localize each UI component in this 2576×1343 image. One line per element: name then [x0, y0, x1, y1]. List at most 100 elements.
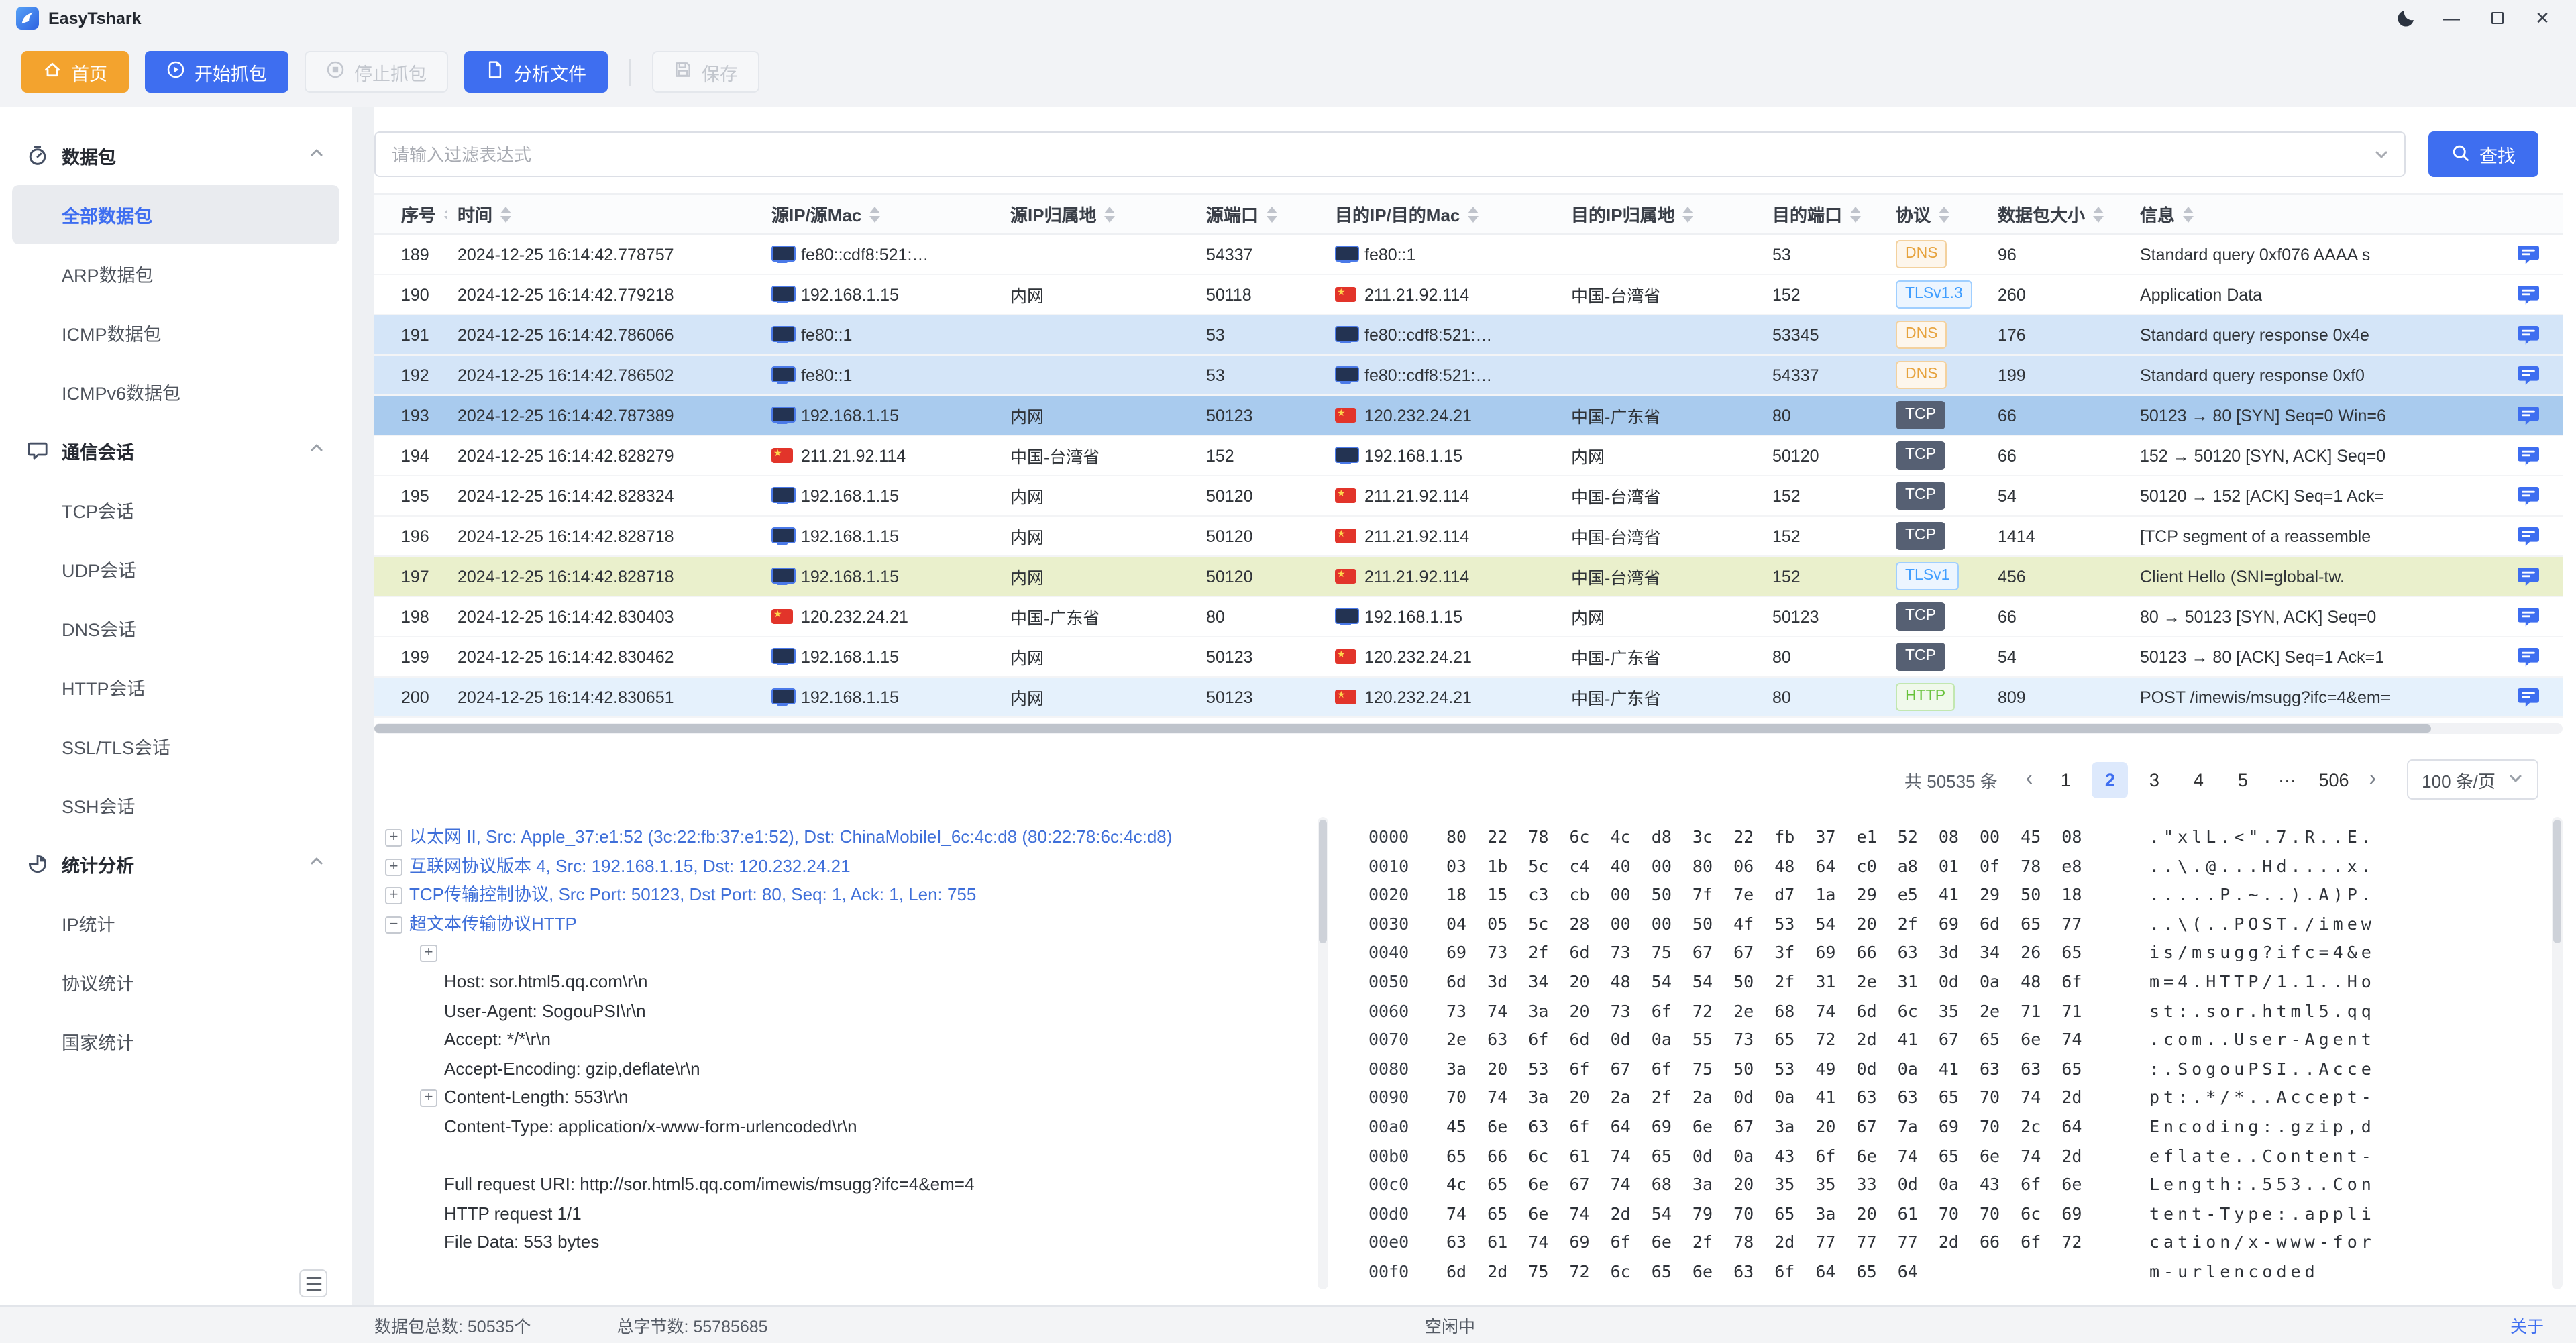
sidebar-item-国家统计[interactable]: 国家统计 [12, 1012, 339, 1071]
sidebar-item-ICMPv6数据包[interactable]: ICMPv6数据包 [12, 362, 339, 421]
scrollbar-thumb[interactable] [1319, 820, 1327, 943]
sidebar-section-header-2[interactable]: 统计分析 [0, 835, 352, 894]
tree-line[interactable]: +互联网协议版本 4, Src: 192.168.1.15, Dst: 120.… [374, 851, 1318, 880]
tree-line[interactable] [374, 1141, 1318, 1170]
sidebar-item-SSL/TLS会话[interactable]: SSL/TLS会话 [12, 716, 339, 775]
hex-row-0010[interactable]: 001003 1b 5c c4 40 00 80 06 48 64 c0 a8 … [1368, 851, 2552, 880]
packet-row-200[interactable]: 200 2024-12-25 16:14:42.830651 192.168.1… [374, 678, 2563, 718]
hex-row-0090[interactable]: 009070 74 3a 20 2a 2f 2a 0d 0a 41 63 63 … [1368, 1083, 2552, 1112]
hex-row-0040[interactable]: 004069 73 2f 6d 73 75 67 67 3f 69 66 63 … [1368, 938, 2552, 967]
message-icon[interactable] [2517, 485, 2540, 506]
message-icon[interactable] [2517, 445, 2540, 466]
hex-row-0060[interactable]: 006073 74 3a 20 73 6f 72 2e 68 74 6d 6c … [1368, 996, 2552, 1025]
message-icon[interactable] [2517, 405, 2540, 426]
sort-icon[interactable] [1105, 206, 1116, 222]
column-header-1[interactable]: 时间 [447, 201, 761, 227]
packet-row-189[interactable]: 189 2024-12-25 16:14:42.778757 fe80::cdf… [374, 235, 2563, 275]
page-button-2[interactable]: 2 [2092, 761, 2128, 798]
sidebar-item-UDP会话[interactable]: UDP会话 [12, 539, 339, 598]
collapse-toggle-icon[interactable]: − [385, 916, 402, 934]
page-button-1[interactable]: 1 [2047, 761, 2084, 798]
close-button[interactable]: ✕ [2520, 0, 2565, 36]
column-header-6[interactable]: 目的IP归属地 [1560, 201, 1762, 227]
page-button-4[interactable]: 4 [2180, 761, 2216, 798]
collapse-sidebar-button[interactable] [299, 1269, 327, 1297]
scrollbar-thumb[interactable] [374, 724, 2431, 733]
tree-line[interactable]: Host: sor.html5.qq.com\r\n [374, 967, 1318, 996]
column-header-4[interactable]: 源端口 [1195, 201, 1324, 227]
sort-icon[interactable] [2093, 206, 2104, 222]
hex-row-0070[interactable]: 00702e 63 6f 6d 0d 0a 55 73 65 72 2d 41 … [1368, 1025, 2552, 1054]
sidebar-item-IP统计[interactable]: IP统计 [12, 894, 339, 953]
column-header-8[interactable]: 协议 [1885, 201, 1987, 227]
column-header-0[interactable]: 序号 [374, 201, 447, 227]
tree-scrollbar[interactable] [1318, 817, 1328, 1289]
sort-icon[interactable] [1683, 206, 1694, 222]
tree-line[interactable]: HTTP request 1/1 [374, 1199, 1318, 1228]
tree-line[interactable]: Accept: */*\r\n [374, 1025, 1318, 1054]
column-header-7[interactable]: 目的端口 [1762, 201, 1885, 227]
column-header-3[interactable]: 源IP归属地 [1000, 201, 1195, 227]
sort-icon[interactable] [1468, 206, 1479, 222]
maximize-button[interactable] [2474, 0, 2520, 36]
hex-scrollbar[interactable] [2552, 817, 2563, 1289]
hex-row-00c0[interactable]: 00c04c 65 6e 67 74 68 3a 20 35 35 33 0d … [1368, 1170, 2552, 1199]
packet-row-198[interactable]: 198 2024-12-25 16:14:42.830403 120.232.2… [374, 597, 2563, 637]
page-button-506[interactable]: 506 [2313, 761, 2354, 798]
packet-row-197[interactable]: 197 2024-12-25 16:14:42.828718 192.168.1… [374, 557, 2563, 597]
packet-row-193[interactable]: 193 2024-12-25 16:14:42.787389 192.168.1… [374, 396, 2563, 436]
tree-line[interactable]: File Data: 553 bytes [374, 1228, 1318, 1257]
page-button-3[interactable]: 3 [2136, 761, 2172, 798]
hex-row-00a0[interactable]: 00a045 6e 63 6f 64 69 6e 67 3a 20 67 7a … [1368, 1112, 2552, 1141]
dark-mode-toggle-icon[interactable] [2383, 0, 2428, 36]
sort-icon[interactable] [1939, 206, 1949, 222]
expand-toggle-icon[interactable]: + [420, 945, 437, 963]
horizontal-scrollbar[interactable] [374, 723, 2563, 734]
hex-row-00d0[interactable]: 00d074 65 6e 74 2d 54 79 70 65 3a 20 61 … [1368, 1199, 2552, 1228]
column-header-9[interactable]: 数据包大小 [1987, 201, 2129, 227]
hex-row-0050[interactable]: 00506d 3d 34 20 48 54 54 50 2f 31 2e 31 … [1368, 967, 2552, 996]
expand-toggle-icon[interactable]: + [420, 1090, 437, 1108]
tree-line[interactable]: −超文本传输协议HTTP [374, 910, 1318, 938]
sidebar-section-header-1[interactable]: 通信会话 [0, 421, 352, 480]
message-icon[interactable] [2517, 364, 2540, 386]
hex-row-00f0[interactable]: 00f06d 2d 75 72 6c 65 6e 63 6f 64 65 64m… [1368, 1257, 2552, 1286]
tree-line[interactable]: +以太网 II, Src: Apple_37:e1:52 (3c:22:fb:3… [374, 822, 1318, 851]
message-icon[interactable] [2517, 284, 2540, 305]
sidebar-item-TCP会话[interactable]: TCP会话 [12, 480, 339, 539]
home-button[interactable]: 首页 [21, 51, 129, 93]
filter-input[interactable] [374, 131, 2406, 177]
start-capture-button[interactable]: 开始抓包 [145, 51, 288, 93]
sort-icon[interactable] [1850, 206, 1861, 222]
hex-row-0030[interactable]: 003004 05 5c 28 00 00 50 4f 53 54 20 2f … [1368, 910, 2552, 938]
tree-line[interactable]: + [374, 938, 1318, 967]
packet-row-196[interactable]: 196 2024-12-25 16:14:42.828718 192.168.1… [374, 517, 2563, 557]
message-icon[interactable] [2517, 606, 2540, 627]
chevron-down-icon[interactable] [2373, 146, 2390, 162]
sidebar-item-ARP数据包[interactable]: ARP数据包 [12, 244, 339, 303]
hex-row-00e0[interactable]: 00e063 61 74 69 6f 6e 2f 78 2d 77 77 77 … [1368, 1228, 2552, 1257]
packet-row-190[interactable]: 190 2024-12-25 16:14:42.779218 192.168.1… [374, 275, 2563, 315]
hex-row-0020[interactable]: 002018 15 c3 cb 00 50 7f 7e d7 1a 29 e5 … [1368, 880, 2552, 909]
sidebar-item-DNS会话[interactable]: DNS会话 [12, 598, 339, 657]
about-link[interactable]: 关于 [2510, 1312, 2544, 1338]
page-button-5[interactable]: 5 [2224, 761, 2261, 798]
analyze-file-button[interactable]: 分析文件 [464, 51, 608, 93]
sidebar-item-ICMP数据包[interactable]: ICMP数据包 [12, 303, 339, 362]
sidebar-item-全部数据包[interactable]: 全部数据包 [12, 185, 339, 244]
expand-toggle-icon[interactable]: + [385, 887, 402, 904]
packet-row-194[interactable]: 194 2024-12-25 16:14:42.828279 211.21.92… [374, 436, 2563, 476]
message-icon[interactable] [2517, 566, 2540, 587]
scrollbar-thumb[interactable] [2553, 820, 2561, 943]
tree-line[interactable]: Accept-Encoding: gzip,deflate\r\n [374, 1055, 1318, 1083]
minimize-button[interactable]: — [2428, 0, 2474, 36]
sort-icon[interactable] [1267, 206, 1277, 222]
packet-row-195[interactable]: 195 2024-12-25 16:14:42.828324 192.168.1… [374, 476, 2563, 517]
sort-icon[interactable] [869, 206, 880, 222]
expand-toggle-icon[interactable]: + [385, 829, 402, 847]
message-icon[interactable] [2517, 686, 2540, 708]
tree-line[interactable]: +Content-Length: 553\r\n [374, 1083, 1318, 1112]
message-icon[interactable] [2517, 244, 2540, 265]
tree-line[interactable]: +TCP传输控制协议, Src Port: 50123, Dst Port: 8… [374, 880, 1318, 909]
sidebar-section-header-0[interactable]: 数据包 [0, 126, 352, 185]
